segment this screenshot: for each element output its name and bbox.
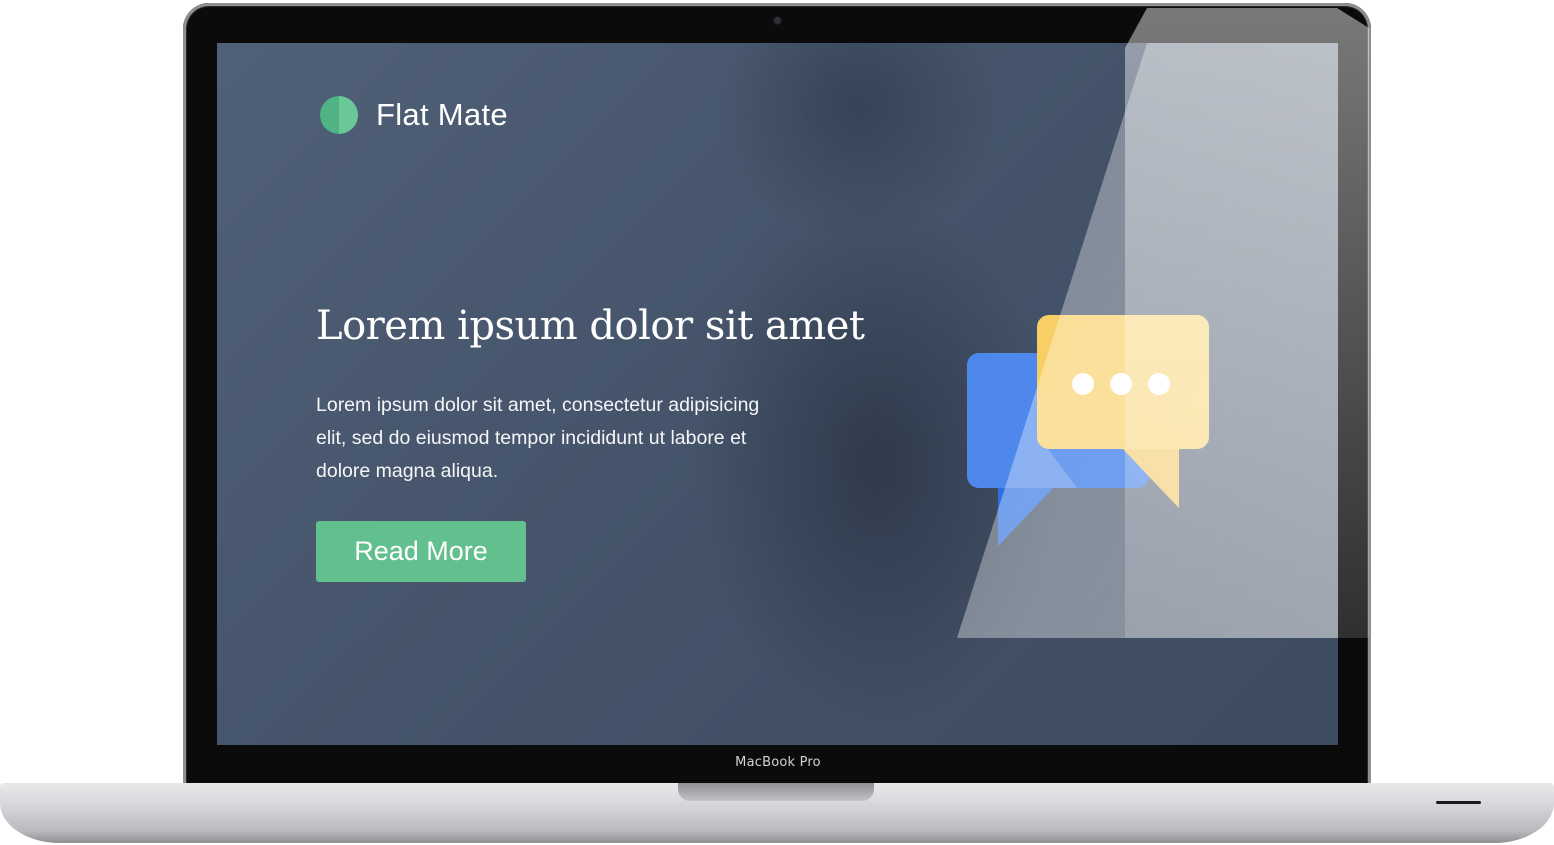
brand-logo[interactable]: Flat Mate	[320, 96, 508, 134]
laptop-screen: Flat Mate Lorem ipsum dolor sit amet Lor…	[217, 43, 1338, 745]
hero-body-text: Lorem ipsum dolor sit amet, consectetur …	[316, 394, 760, 482]
hero-headline: Lorem ipsum dolor sit amet	[316, 303, 865, 349]
webcam-icon	[774, 17, 781, 24]
brand-name: Flat Mate	[376, 97, 508, 132]
circle-logo-icon	[320, 96, 358, 134]
sleep-indicator-light	[1436, 801, 1481, 804]
lid-opening-notch	[678, 783, 874, 801]
chat-bubbles-icon	[967, 315, 1209, 546]
device-model-label: MacBook Pro	[735, 755, 821, 770]
read-more-button[interactable]: Read More	[316, 521, 526, 582]
